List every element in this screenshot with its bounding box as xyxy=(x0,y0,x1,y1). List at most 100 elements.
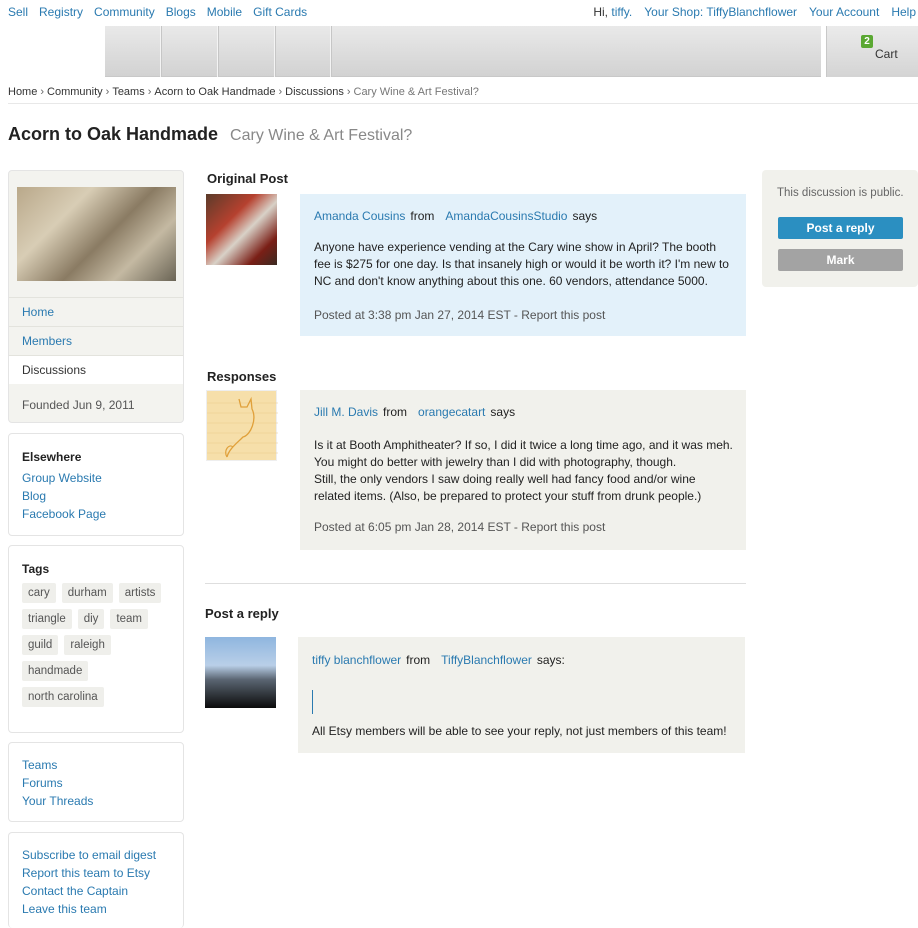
jill-avatar[interactable] xyxy=(206,390,278,461)
reply-text-input[interactable] xyxy=(312,690,313,714)
breadcrumb-home[interactable]: Home xyxy=(8,86,37,98)
breadcrumb-separator: › xyxy=(147,86,152,98)
header-band xyxy=(105,26,821,77)
header-tab[interactable] xyxy=(105,26,161,77)
nav-gift-cards[interactable]: Gift Cards xyxy=(253,5,307,19)
facebook-page-link[interactable]: Facebook Page xyxy=(22,507,106,521)
teams-links-box: Teams Forums Your Threads xyxy=(8,742,184,822)
responses-heading: Responses xyxy=(207,369,277,384)
your-account-link[interactable]: Your Account xyxy=(809,5,879,19)
top-nav-left: Sell Registry Community Blogs Mobile Gif… xyxy=(8,5,307,19)
post-byline: Amanda Cousins from AmandaCousinsStudio … xyxy=(314,209,597,223)
top-nav-right: Hi, tiffy. Your Shop: TiffyBlanchflower … xyxy=(593,5,916,19)
post-reply-heading: Post a reply xyxy=(205,606,279,621)
mark-button[interactable]: Mark xyxy=(778,249,903,271)
says-text: says xyxy=(490,405,516,419)
report-post-link[interactable]: Report this post xyxy=(521,308,605,322)
nav-mobile[interactable]: Mobile xyxy=(207,5,242,19)
shop-link[interactable]: TiffyBlanchflower xyxy=(441,653,532,667)
cart-button[interactable]: 2 Cart xyxy=(826,26,918,77)
contact-captain-link[interactable]: Contact the Captain xyxy=(22,884,156,898)
from-text: from xyxy=(410,209,435,223)
post-timestamp: Posted at 6:05 pm Jan 28, 2014 EST xyxy=(314,520,511,534)
tiffy-avatar[interactable] xyxy=(205,637,276,708)
report-team-link[interactable]: Report this team to Etsy xyxy=(22,866,156,880)
breadcrumb-teams[interactable]: Teams xyxy=(112,86,144,98)
header-tab[interactable] xyxy=(161,26,218,77)
teams-link[interactable]: Teams xyxy=(22,758,93,772)
team-card: Home Members Discussions Founded Jun 9, … xyxy=(8,170,184,423)
nav-sell[interactable]: Sell xyxy=(8,5,28,19)
post-body: Anyone have experience vending at the Ca… xyxy=(314,240,729,288)
nav-registry[interactable]: Registry xyxy=(39,5,83,19)
team-nav-discussions[interactable]: Discussions xyxy=(9,355,183,384)
team-nav-members[interactable]: Members xyxy=(9,326,183,355)
shop-link[interactable]: orangecatart xyxy=(418,405,485,419)
tag[interactable]: team xyxy=(110,609,148,629)
tag[interactable]: artists xyxy=(118,583,162,603)
author-link[interactable]: Amanda Cousins xyxy=(314,209,405,223)
breadcrumb-community[interactable]: Community xyxy=(47,86,103,98)
tag[interactable]: durham xyxy=(61,583,113,603)
from-text: from xyxy=(406,653,431,667)
page-title: Acorn to Oak Handmade Cary Wine & Art Fe… xyxy=(8,124,412,145)
post-timestamp: Posted at 3:38 pm Jan 27, 2014 EST xyxy=(314,308,511,322)
greeting: Hi, tiffy. xyxy=(593,5,633,19)
original-post: Amanda Cousins from AmandaCousinsStudio … xyxy=(300,194,746,336)
post-meta: Posted at 3:38 pm Jan 27, 2014 EST - Rep… xyxy=(314,308,606,322)
tag[interactable]: guild xyxy=(22,635,59,655)
header-tab[interactable] xyxy=(218,26,275,77)
tag[interactable]: cary xyxy=(22,583,56,603)
author-link[interactable]: Jill M. Davis xyxy=(314,405,378,419)
tag[interactable]: raleigh xyxy=(64,635,111,655)
header-tab[interactable] xyxy=(275,26,331,77)
post-byline: Jill M. Davis from orangecatart says xyxy=(314,405,515,419)
amanda-avatar[interactable] xyxy=(206,194,277,265)
top-bar: Sell Registry Community Blogs Mobile Gif… xyxy=(0,0,918,24)
post-body-paragraph: Is it at Booth Amphitheater? If so, I di… xyxy=(314,438,733,469)
your-shop-link[interactable]: Your Shop: TiffyBlanchflower xyxy=(644,5,797,19)
breadcrumb-discussions[interactable]: Discussions xyxy=(285,86,344,98)
team-photo xyxy=(17,187,176,281)
breadcrumb-separator: › xyxy=(278,86,283,98)
nav-community[interactable]: Community xyxy=(94,5,155,19)
from-text: from xyxy=(383,405,408,419)
breadcrumb-separator: › xyxy=(40,86,45,98)
divider xyxy=(8,103,918,104)
post-reply-button[interactable]: Post a reply xyxy=(778,217,903,239)
your-threads-link[interactable]: Your Threads xyxy=(22,794,93,808)
username-link[interactable]: tiffy. xyxy=(611,5,632,19)
nav-blogs[interactable]: Blogs xyxy=(166,5,196,19)
discussion-actions: This discussion is public. Post a reply … xyxy=(762,170,918,287)
elsewhere-title: Elsewhere xyxy=(22,450,82,464)
tag[interactable]: triangle xyxy=(22,609,72,629)
original-post-heading: Original Post xyxy=(207,171,288,186)
discussion-topic: Cary Wine & Art Festival? xyxy=(230,127,413,144)
tags-box: Tags cary durham artists triangle diy te… xyxy=(8,545,184,733)
team-nav: Home Members Discussions xyxy=(9,297,183,384)
tag[interactable]: north carolina xyxy=(22,687,104,707)
breadcrumb-team[interactable]: Acorn to Oak Handmade xyxy=(154,86,275,98)
help-link[interactable]: Help xyxy=(891,5,916,19)
breadcrumb: Home › Community › Teams › Acorn to Oak … xyxy=(8,86,479,98)
founded-date: Founded Jun 9, 2011 xyxy=(22,398,135,412)
author-link[interactable]: tiffy blanchflower xyxy=(312,653,401,667)
subscribe-digest-link[interactable]: Subscribe to email digest xyxy=(22,848,156,862)
divider xyxy=(205,583,746,584)
report-post-link[interactable]: Report this post xyxy=(521,520,605,534)
leave-team-link[interactable]: Leave this team xyxy=(22,902,156,916)
team-nav-home[interactable]: Home xyxy=(9,297,183,326)
tag[interactable]: handmade xyxy=(22,661,89,681)
team-name: Acorn to Oak Handmade xyxy=(8,124,219,144)
blog-link[interactable]: Blog xyxy=(22,489,106,503)
says-text: says xyxy=(572,209,598,223)
cart-count-badge: 2 xyxy=(861,35,873,48)
shop-link[interactable]: AmandaCousinsStudio xyxy=(445,209,567,223)
forums-link[interactable]: Forums xyxy=(22,776,93,790)
tags-title: Tags xyxy=(22,562,50,576)
post-meta: Posted at 6:05 pm Jan 28, 2014 EST - Rep… xyxy=(314,520,606,534)
reply-visibility-note: All Etsy members will be able to see you… xyxy=(312,724,727,738)
tag[interactable]: diy xyxy=(77,609,105,629)
breadcrumb-separator: › xyxy=(346,86,351,98)
group-website-link[interactable]: Group Website xyxy=(22,471,106,485)
